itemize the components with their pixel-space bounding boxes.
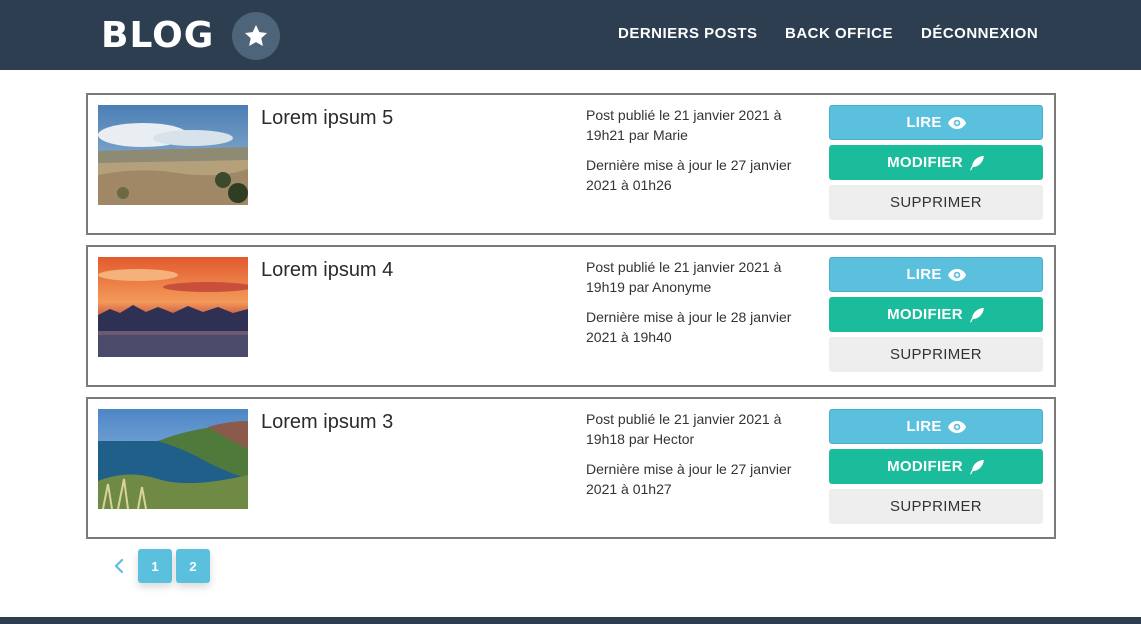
post-title[interactable]: Lorem ipsum 4 bbox=[261, 259, 393, 282]
delete-button-label: SUPPRIMER bbox=[890, 346, 982, 363]
brand-logo[interactable]: BLOG bbox=[101, 12, 281, 60]
post-card: Lorem ipsum 5 Post publié le 21 janvier … bbox=[86, 93, 1056, 235]
post-meta: Post publié le 21 janvier 2021 à 19h21 p… bbox=[586, 105, 806, 195]
edit-button-label: MODIFIER bbox=[887, 458, 963, 475]
post-actions: LIRE MODIFIER SUPPRIMER bbox=[829, 257, 1043, 372]
star-icon bbox=[232, 12, 281, 60]
feather-icon bbox=[969, 307, 985, 323]
post-meta: Post publié le 21 janvier 2021 à 19h18 p… bbox=[586, 409, 806, 499]
read-button[interactable]: LIRE bbox=[829, 409, 1043, 444]
feather-icon bbox=[969, 459, 985, 475]
footer bbox=[0, 617, 1141, 624]
eye-icon bbox=[947, 268, 966, 281]
post-thumbnail bbox=[98, 105, 248, 205]
post-updated-info: Dernière mise à jour le 27 janvier 2021 … bbox=[586, 461, 792, 497]
edit-button-label: MODIFIER bbox=[887, 306, 963, 323]
read-button-label: LIRE bbox=[906, 418, 942, 435]
edit-button[interactable]: MODIFIER bbox=[829, 145, 1043, 180]
edit-button[interactable]: MODIFIER bbox=[829, 297, 1043, 332]
post-meta: Post publié le 21 janvier 2021 à 19h19 p… bbox=[586, 257, 806, 347]
post-card: Lorem ipsum 3 Post publié le 21 janvier … bbox=[86, 397, 1056, 539]
nav-link-back-office[interactable]: BACK OFFICE bbox=[785, 25, 893, 42]
delete-button-label: SUPPRIMER bbox=[890, 194, 982, 211]
post-title[interactable]: Lorem ipsum 5 bbox=[261, 107, 393, 130]
delete-button[interactable]: SUPPRIMER bbox=[829, 489, 1043, 524]
page-button-1[interactable]: 1 bbox=[138, 549, 172, 583]
post-actions: LIRE MODIFIER SUPPRIMER bbox=[829, 409, 1043, 524]
post-thumbnail bbox=[98, 257, 248, 357]
post-published-info: Post publié le 21 janvier 2021 à 19h21 p… bbox=[586, 107, 782, 143]
post-updated-info: Dernière mise à jour le 28 janvier 2021 … bbox=[586, 309, 792, 345]
post-updated-info: Dernière mise à jour le 27 janvier 2021 … bbox=[586, 157, 792, 193]
page-button-2[interactable]: 2 bbox=[176, 549, 210, 583]
post-card: Lorem ipsum 4 Post publié le 21 janvier … bbox=[86, 245, 1056, 387]
chevron-left-icon[interactable] bbox=[108, 549, 130, 583]
post-published-info: Post publié le 21 janvier 2021 à 19h18 p… bbox=[586, 411, 782, 447]
read-button-label: LIRE bbox=[906, 114, 942, 131]
edit-button-label: MODIFIER bbox=[887, 154, 963, 171]
nav-link-derniers-posts[interactable]: DERNIERS POSTS bbox=[618, 25, 758, 42]
post-published-info: Post publié le 21 janvier 2021 à 19h19 p… bbox=[586, 259, 782, 295]
eye-icon bbox=[947, 116, 966, 129]
navbar: BLOG DERNIERS POSTS BACK OFFICE DÉCONNEX… bbox=[0, 0, 1141, 70]
edit-button[interactable]: MODIFIER bbox=[829, 449, 1043, 484]
read-button-label: LIRE bbox=[906, 266, 942, 283]
post-thumbnail bbox=[98, 409, 248, 509]
delete-button[interactable]: SUPPRIMER bbox=[829, 185, 1043, 220]
post-title[interactable]: Lorem ipsum 3 bbox=[261, 411, 393, 434]
read-button[interactable]: LIRE bbox=[829, 257, 1043, 292]
read-button[interactable]: LIRE bbox=[829, 105, 1043, 140]
delete-button[interactable]: SUPPRIMER bbox=[829, 337, 1043, 372]
post-actions: LIRE MODIFIER SUPPRIMER bbox=[829, 105, 1043, 220]
brand-title[interactable]: BLOG bbox=[101, 14, 214, 58]
feather-icon bbox=[969, 155, 985, 171]
nav-link-deconnexion[interactable]: DÉCONNEXION bbox=[921, 25, 1038, 42]
eye-icon bbox=[947, 420, 966, 433]
delete-button-label: SUPPRIMER bbox=[890, 498, 982, 515]
